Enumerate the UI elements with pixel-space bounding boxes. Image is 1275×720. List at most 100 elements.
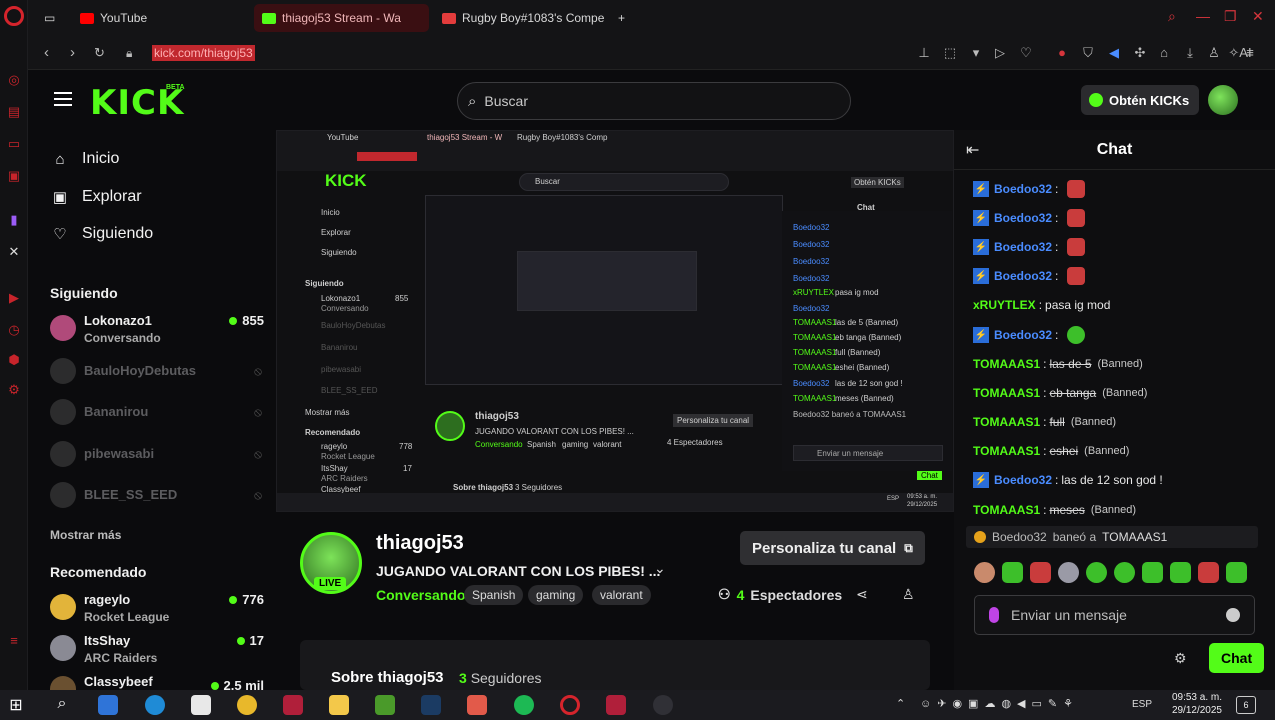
extensions-icon[interactable]: ⬢ [6, 352, 22, 368]
chat-username[interactable]: TOMAAAS1 [973, 386, 1040, 400]
chat-message-input[interactable] [1011, 607, 1201, 623]
close-icon[interactable]: ✕ [1252, 8, 1264, 25]
chat-message[interactable]: TOMAAAS1: full (Banned) [973, 415, 1116, 429]
search-bar[interactable]: ⌕ [457, 82, 851, 120]
opera-icon[interactable] [560, 695, 580, 715]
following-item[interactable]: BauloHoyDebutas ⦸ [50, 355, 264, 389]
app-icon[interactable] [467, 695, 487, 715]
tray-time[interactable]: 09:53 a. m. [1164, 692, 1222, 703]
following-item[interactable]: BLEE_SS_EED ⦸ [50, 479, 264, 513]
emoji-icon[interactable] [1226, 608, 1240, 622]
tray-date[interactable]: 29/12/2025 [1164, 705, 1222, 716]
chevron-down-icon[interactable]: ⌄ [654, 560, 666, 577]
tray-language[interactable]: ESP [1132, 699, 1152, 710]
chat-username[interactable]: Boedoo32 [994, 182, 1052, 196]
emote-icon[interactable] [1170, 562, 1191, 583]
tray-icons[interactable]: ☺✈◉▣☁◍◀▭✎⚘ [920, 697, 1079, 710]
customize-channel-button[interactable]: Personaliza tu canal ⧉ [740, 531, 925, 565]
chat-username[interactable]: Boedoo32 [994, 328, 1052, 342]
recommended-item[interactable]: ItsShay ARC Raiders 17 [50, 632, 264, 666]
chat-username[interactable]: TOMAAAS1 [973, 503, 1040, 517]
app-icon[interactable] [98, 695, 118, 715]
aria-icon[interactable]: ◎ [6, 72, 22, 88]
app-icon[interactable] [653, 695, 673, 715]
show-more-link[interactable]: Mostrar más [50, 528, 121, 542]
following-item[interactable]: Bananirou ⦸ [50, 396, 264, 430]
chrome-icon[interactable] [237, 695, 257, 715]
chat-message[interactable]: xRUYTLEX: pasa ig mod [973, 298, 1110, 312]
lock-icon[interactable]: 🔒︎ [126, 46, 132, 61]
chat-message[interactable]: TOMAAAS1: eb tanga (Banned) [973, 386, 1147, 400]
player-icon[interactable]: ▶ [6, 290, 22, 306]
chat-username[interactable]: Boedoo32 [994, 269, 1052, 283]
video-player[interactable]: YouTube thiagoj53 Stream - W Rugby Boy#1… [276, 130, 954, 512]
chat-username[interactable]: Boedoo32 [994, 211, 1052, 225]
microphone-icon[interactable] [989, 607, 999, 623]
tag-spanish[interactable]: Spanish [464, 585, 524, 605]
chat-message[interactable]: ⚡ Boedoo32: [973, 180, 1086, 198]
chat-username[interactable]: TOMAAAS1 [973, 415, 1040, 429]
emote-icon[interactable] [1058, 562, 1079, 583]
shield-icon[interactable]: ⛉ [1080, 45, 1096, 61]
recommended-item[interactable]: rageylo Rocket League 776 [50, 591, 264, 625]
adblock-icon[interactable]: ● [1054, 45, 1070, 61]
folder-icon[interactable] [329, 695, 349, 715]
store-icon[interactable] [191, 695, 211, 715]
search-icon[interactable]: ⌕ [52, 695, 72, 715]
wallet-icon[interactable]: ⌂ [1156, 45, 1172, 61]
get-kicks-button[interactable]: Obtén KICKs [1081, 85, 1200, 115]
send-icon[interactable]: ▷ [992, 45, 1008, 61]
minecraft-icon[interactable] [375, 695, 395, 715]
extensions-icon[interactable]: ✣ [1132, 45, 1148, 61]
twitch-icon[interactable]: ▮ [6, 212, 22, 228]
avatar[interactable] [1208, 85, 1238, 115]
emote-icon[interactable] [1030, 562, 1051, 583]
chat-username[interactable]: Boedoo32 [994, 240, 1052, 254]
minimize-icon[interactable]: — [1196, 8, 1210, 24]
volume-icon[interactable]: ◀ [1106, 45, 1122, 61]
app-icon[interactable] [606, 695, 626, 715]
spotify-icon[interactable] [514, 695, 534, 715]
chat-input-box[interactable] [974, 595, 1255, 635]
chevron-up-icon[interactable]: ⌃ [896, 697, 905, 710]
recommended-item[interactable]: Classybeef 2.5 mil [50, 673, 264, 690]
following-item[interactable]: Lokonazo1 Conversando 855 [50, 312, 264, 346]
chat-username[interactable]: xRUYTLEX [973, 298, 1036, 312]
search-input[interactable] [484, 93, 805, 109]
chat-message[interactable]: TOMAAAS1: las de 5 (Banned) [973, 357, 1143, 371]
windows-start-icon[interactable]: ⊞ [6, 695, 26, 715]
nav-explore[interactable]: ▣ Explorar [52, 188, 142, 206]
pin-icon[interactable]: ⊥ [916, 45, 932, 61]
account-icon[interactable]: ♙ [1206, 45, 1222, 61]
chat-username[interactable]: TOMAAAS1 [973, 444, 1040, 458]
back-icon[interactable]: ‹ [44, 44, 49, 61]
pocket-icon[interactable]: ▾ [968, 45, 984, 61]
download-icon[interactable]: ⤓ [1182, 45, 1198, 61]
emote-icon[interactable] [1226, 562, 1247, 583]
chat-message[interactable]: ⚡ Boedoo32: [973, 238, 1086, 256]
app-icon[interactable] [283, 695, 303, 715]
gear-icon[interactable]: ⚙ [1174, 650, 1187, 667]
heart-icon[interactable]: ♡ [1018, 45, 1034, 61]
edge-icon[interactable] [145, 695, 165, 715]
steam-icon[interactable] [421, 695, 441, 715]
emote-icon[interactable] [1198, 562, 1219, 583]
x-icon[interactable]: ✕ [6, 244, 22, 260]
emote-icon[interactable] [1114, 562, 1135, 583]
history-icon[interactable]: ◷ [6, 322, 22, 338]
menu-icon[interactable]: ≡ [1242, 45, 1258, 61]
notifications-button[interactable]: 6 [1236, 696, 1256, 714]
chat-send-button[interactable]: Chat [1209, 643, 1265, 673]
opera-logo-icon[interactable] [4, 6, 24, 26]
chat-message[interactable]: ⚡ Boedoo32: [973, 326, 1086, 344]
nav-home[interactable]: ⌂ Inicio [52, 150, 119, 168]
bag-icon[interactable]: ▤ [6, 104, 22, 120]
chat-message[interactable]: ⚡ Boedoo32: [973, 209, 1086, 227]
forward-icon[interactable]: › [70, 44, 75, 61]
emote-icon[interactable] [974, 562, 995, 583]
tab-kick-stream[interactable]: thiagoj53 Stream - Wa [254, 4, 429, 32]
share-icon[interactable]: ⋖ [856, 586, 868, 603]
tab-rugby[interactable]: Rugby Boy#1083's Compe [434, 4, 604, 32]
snapshot-icon[interactable]: ⬚ [942, 45, 958, 61]
emote-icon[interactable] [1002, 562, 1023, 583]
